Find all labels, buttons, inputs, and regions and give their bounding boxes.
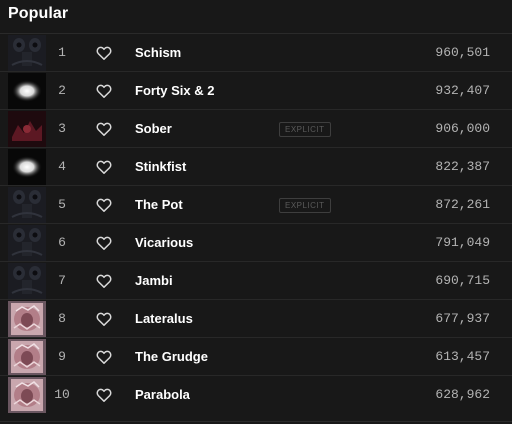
- track-rank: 4: [58, 159, 66, 174]
- heart-outline-icon[interactable]: [96, 45, 112, 61]
- track-row[interactable]: 4 Stinkfist 822,387: [0, 147, 512, 185]
- play-count: 791,049: [435, 235, 490, 250]
- heart-outline-icon[interactable]: [96, 197, 112, 213]
- track-row[interactable]: 6 Vicarious 791,049: [0, 223, 512, 261]
- heart-outline-icon[interactable]: [96, 83, 112, 99]
- list-bottom-divider: [0, 421, 512, 422]
- track-rank: 8: [58, 311, 66, 326]
- heart-outline-icon[interactable]: [96, 311, 112, 327]
- album-lateralus-art: [8, 301, 46, 337]
- track-title[interactable]: Stinkfist: [135, 148, 186, 186]
- explicit-badge: EXPLICIT: [279, 122, 331, 137]
- track-title[interactable]: Sober: [135, 110, 172, 148]
- section-title: Popular: [8, 5, 69, 22]
- play-count: 872,261: [435, 197, 490, 212]
- track-rank: 1: [58, 45, 66, 60]
- explicit-badge: EXPLICIT: [279, 198, 331, 213]
- track-rank: 7: [58, 273, 66, 288]
- album-10000-days-art: [8, 263, 46, 299]
- album-lateralus-art: [8, 377, 46, 413]
- album-lateralus-art: [8, 339, 46, 375]
- track-rank: 6: [58, 235, 66, 250]
- album-10000-days-art: [8, 225, 46, 261]
- heart-outline-icon[interactable]: [96, 273, 112, 289]
- album-aenima-art: [8, 149, 46, 185]
- heart-outline-icon[interactable]: [96, 121, 112, 137]
- track-title[interactable]: Schism: [135, 34, 181, 72]
- album-10000-days-art: [8, 35, 46, 71]
- track-row[interactable]: 7 Jambi 690,715: [0, 261, 512, 299]
- heart-outline-icon[interactable]: [96, 235, 112, 251]
- track-rank: 9: [58, 349, 66, 364]
- track-title[interactable]: Parabola: [135, 376, 190, 414]
- track-rank: 2: [58, 83, 66, 98]
- track-title[interactable]: Lateralus: [135, 300, 193, 338]
- track-row[interactable]: 10 Parabola 628,962: [0, 375, 512, 413]
- track-title[interactable]: Jambi: [135, 262, 173, 300]
- track-title[interactable]: The Grudge: [135, 338, 208, 376]
- play-count: 690,715: [435, 273, 490, 288]
- popular-tracks-list: 1 Schism 960,501 2 Forty Six & 2 932,407…: [0, 33, 512, 413]
- track-rank: 3: [58, 121, 66, 136]
- album-aenima-art: [8, 73, 46, 109]
- track-row[interactable]: 5 The Pot EXPLICIT 872,261: [0, 185, 512, 223]
- track-row[interactable]: 3 Sober EXPLICIT 906,000: [0, 109, 512, 147]
- play-count: 613,457: [435, 349, 490, 364]
- heart-outline-icon[interactable]: [96, 349, 112, 365]
- track-title[interactable]: The Pot: [135, 186, 183, 224]
- play-count: 677,937: [435, 311, 490, 326]
- track-row[interactable]: 1 Schism 960,501: [0, 33, 512, 71]
- track-rank: 5: [58, 197, 66, 212]
- track-row[interactable]: 2 Forty Six & 2 932,407: [0, 71, 512, 109]
- album-undertow-art: [8, 111, 46, 147]
- heart-outline-icon[interactable]: [96, 387, 112, 403]
- heart-outline-icon[interactable]: [96, 159, 112, 175]
- play-count: 932,407: [435, 83, 490, 98]
- track-row[interactable]: 9 The Grudge 613,457: [0, 337, 512, 375]
- track-rank: 10: [54, 387, 70, 402]
- track-row[interactable]: 8 Lateralus 677,937: [0, 299, 512, 337]
- track-title[interactable]: Forty Six & 2: [135, 72, 214, 110]
- play-count: 822,387: [435, 159, 490, 174]
- play-count: 906,000: [435, 121, 490, 136]
- play-count: 628,962: [435, 387, 490, 402]
- play-count: 960,501: [435, 45, 490, 60]
- track-title[interactable]: Vicarious: [135, 224, 193, 262]
- album-10000-days-art: [8, 187, 46, 223]
